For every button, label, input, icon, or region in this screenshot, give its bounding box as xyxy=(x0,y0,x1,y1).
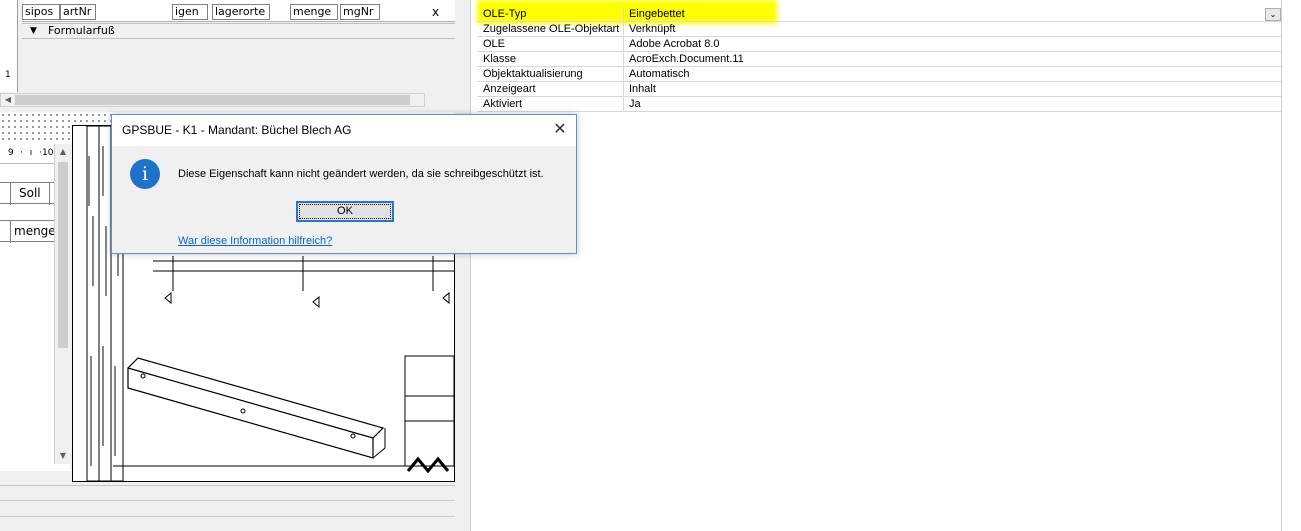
vertical-ruler-top: 1 xyxy=(0,0,18,92)
ok-button[interactable]: OK xyxy=(296,201,394,222)
divider xyxy=(0,516,455,517)
scroll-thumb-vertical[interactable] xyxy=(58,162,68,348)
property-sheet-right-border xyxy=(1281,0,1282,531)
property-name: OLE-Typ xyxy=(477,7,624,22)
field-x-marker[interactable]: x xyxy=(432,5,440,19)
dialog-body: i Diese Eigenschaft kann nicht geändert … xyxy=(112,146,576,253)
footer-section-body[interactable] xyxy=(22,40,455,92)
footer-section-bar[interactable]: ▼ Formularfuß xyxy=(22,23,455,39)
property-name: OLE xyxy=(477,37,624,52)
field-igen[interactable]: igen xyxy=(172,4,208,20)
horizontal-scrollbar-top[interactable]: ◀ xyxy=(0,93,425,107)
scroll-up-icon[interactable]: ▲ xyxy=(56,146,70,158)
ruler-number: 10 xyxy=(42,148,54,158)
header-row: Soll xyxy=(0,182,56,205)
footer-section-label: Formularfuß xyxy=(48,24,115,37)
help-link[interactable]: War diese Information hilfreich? xyxy=(178,235,332,247)
property-row-zugelassene-objektart[interactable]: Zugelassene OLE-Objektart Verknüpft xyxy=(477,22,1281,37)
property-row-ole[interactable]: OLE Adobe Acrobat 8.0 xyxy=(477,37,1281,52)
ruler-number: 1 xyxy=(5,70,11,80)
property-name: Aktiviert xyxy=(477,97,624,112)
property-row-klasse[interactable]: Klasse AcroExch.Document.11 xyxy=(477,52,1281,67)
scroll-left-icon[interactable]: ◀ xyxy=(1,94,15,106)
property-value[interactable]: Adobe Acrobat 8.0 xyxy=(625,37,1281,52)
dialog-message: Diese Eigenschaft kann nicht geändert we… xyxy=(178,168,544,180)
scroll-thumb[interactable] xyxy=(15,95,410,105)
message-dialog: GPSBUE - K1 - Mandant: Büchel Blech AG ✕… xyxy=(111,114,577,254)
field-mgnr[interactable]: mgNr xyxy=(340,4,380,20)
ruler-number: 9 xyxy=(8,148,14,158)
property-name: Objektaktualisierung xyxy=(477,67,624,82)
property-name: Anzeigeart xyxy=(477,82,624,97)
info-icon: i xyxy=(130,159,160,189)
field-sipos[interactable]: sipos xyxy=(22,4,60,20)
divider xyxy=(0,500,455,501)
property-row-ole-typ[interactable]: OLE-Typ Eingebettet ⌄ xyxy=(477,7,1281,22)
property-value[interactable]: Inhalt xyxy=(625,82,1281,97)
form-design-top: 1 sipos artNr igen lagerorte menge mgNr … xyxy=(0,0,455,110)
field-menge[interactable]: menge xyxy=(290,4,338,20)
column-label-menge[interactable]: menge xyxy=(10,221,54,243)
horizontal-ruler: 9 · ı · 10 xyxy=(0,144,58,164)
property-value[interactable]: Verknüpft xyxy=(625,22,1281,37)
field-lagerorte[interactable]: lagerorte xyxy=(212,4,270,20)
property-sheet: OLE-Typ Eingebettet ⌄ Zugelassene OLE-Ob… xyxy=(477,0,1281,112)
section-arrow-icon: ▼ xyxy=(30,26,37,36)
property-name: Zugelassene OLE-Objektart xyxy=(477,22,624,37)
property-value[interactable]: Ja xyxy=(625,97,1281,112)
property-value[interactable]: AcroExch.Document.11 xyxy=(625,52,1281,67)
field-artnr[interactable]: artNr xyxy=(60,4,96,20)
ruler-ticks: · ı · xyxy=(20,148,44,158)
pane-splitter[interactable] xyxy=(455,0,470,531)
scroll-down-icon[interactable]: ▼ xyxy=(56,450,70,462)
close-icon[interactable]: ✕ xyxy=(544,115,576,145)
dialog-title: GPSBUE - K1 - Mandant: Büchel Blech AG xyxy=(122,123,352,137)
column-label-soll[interactable]: Soll xyxy=(10,183,50,205)
property-name: Klasse xyxy=(477,52,624,67)
property-value[interactable]: Eingebettet xyxy=(625,7,1281,22)
property-value[interactable]: Automatisch xyxy=(625,67,1281,82)
property-row-aktiviert[interactable]: Aktiviert Ja xyxy=(477,97,1281,112)
detail-row: menge xyxy=(0,220,56,243)
property-row-anzeigeart[interactable]: Anzeigeart Inhalt xyxy=(477,82,1281,97)
dropdown-chevron-icon[interactable]: ⌄ xyxy=(1265,8,1281,21)
property-row-objektaktualisierung[interactable]: Objektaktualisierung Automatisch xyxy=(477,67,1281,82)
detail-section[interactable]: sipos artNr igen lagerorte menge mgNr x xyxy=(22,0,455,22)
designer-bottom xyxy=(0,485,455,531)
vertical-scrollbar[interactable]: ▲ ▼ xyxy=(54,144,70,464)
report-designer: 1 sipos artNr igen lagerorte menge mgNr … xyxy=(0,0,455,531)
